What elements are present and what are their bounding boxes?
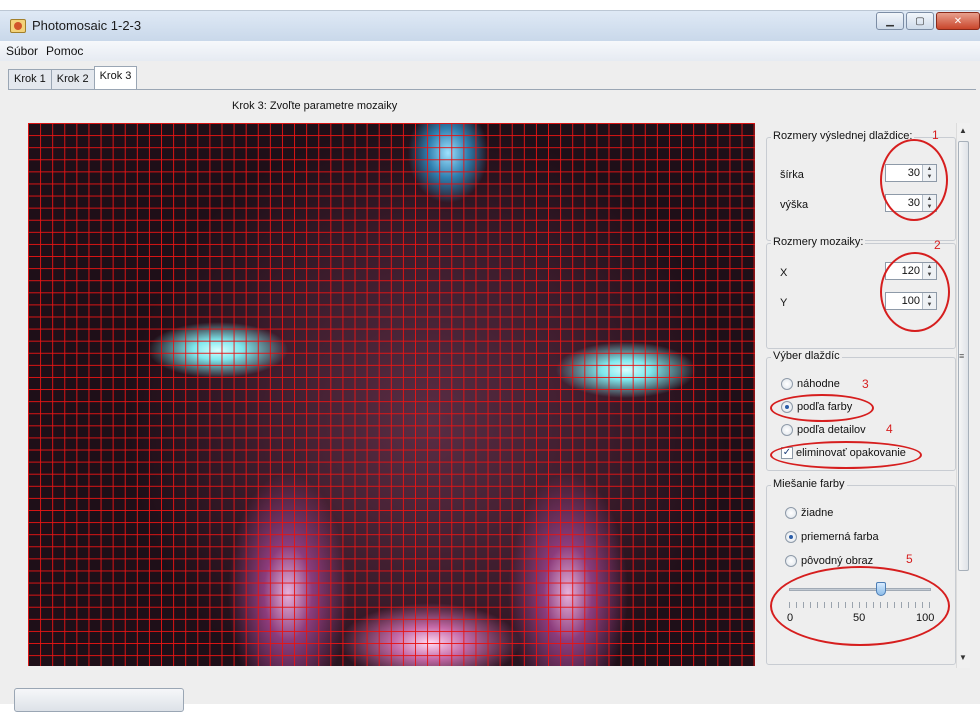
mosaic-preview-image xyxy=(28,123,755,666)
tile-height-label: výška xyxy=(780,199,809,211)
tab-step-3[interactable]: Krok 3 xyxy=(93,66,138,89)
mosaic-size-title: Rozmery mozaiky: xyxy=(771,236,866,248)
mosaic-x-label: X xyxy=(780,267,788,279)
annotation-number-4: 4 xyxy=(886,422,893,436)
radio-button-icon xyxy=(785,531,797,543)
radio-by-detail-label: podľa detailov xyxy=(797,424,866,436)
close-button[interactable]: ✕ xyxy=(936,12,980,30)
radio-none-label: žiadne xyxy=(801,507,834,519)
tab-step-1[interactable]: Krok 1 xyxy=(8,69,52,89)
annotation-number-3: 3 xyxy=(862,377,869,391)
mosaic-y-label: Y xyxy=(780,297,788,309)
radio-button-icon xyxy=(785,507,797,519)
radio-by-detail[interactable]: podľa detailov xyxy=(781,424,866,436)
scroll-up-arrow-icon[interactable]: ▲ xyxy=(959,126,967,135)
annotation-ellipse-4 xyxy=(770,441,922,469)
color-mix-title: Miešanie farby xyxy=(771,478,847,490)
radio-random-label: náhodne xyxy=(797,378,840,390)
tab-step-2[interactable]: Krok 2 xyxy=(50,69,95,89)
tile-width-label: šírka xyxy=(780,169,804,181)
annotation-ellipse-3 xyxy=(770,394,874,422)
menu-file[interactable]: Súbor xyxy=(6,44,38,58)
panel-scrollbar[interactable]: ▲ ≡ ▼ xyxy=(956,123,970,668)
maximize-button[interactable]: ▢ xyxy=(906,12,934,30)
radio-button-icon xyxy=(781,424,793,436)
scroll-grip-icon: ≡ xyxy=(959,351,965,361)
tile-selection-title: Výber dlaždíc xyxy=(771,350,842,362)
radio-average-color[interactable]: priemerná farba xyxy=(785,531,879,543)
annotation-ellipse-5 xyxy=(770,566,950,646)
radio-none[interactable]: žiadne xyxy=(785,507,833,519)
menu-bar: Súbor Pomoc xyxy=(0,41,980,61)
radio-button-icon xyxy=(785,555,797,567)
step-title: Krok 3: Zvoľte parametre mozaiky xyxy=(232,100,398,112)
tile-size-title: Rozmery výslednej dlaždice: xyxy=(771,130,915,142)
annotation-number-5: 5 xyxy=(906,552,913,566)
annotation-ellipse-2 xyxy=(880,252,950,332)
bottom-action-button[interactable] xyxy=(14,688,184,712)
radio-random[interactable]: náhodne xyxy=(781,378,840,390)
app-icon xyxy=(10,19,26,33)
tab-strip: Krok 1 Krok 2 Krok 3 xyxy=(8,66,138,89)
window-title: Photomosaic 1-2-3 xyxy=(32,18,142,33)
radio-button-icon xyxy=(781,378,793,390)
minimize-button[interactable]: ▁ xyxy=(876,12,904,30)
menu-help[interactable]: Pomoc xyxy=(46,44,83,58)
radio-average-color-label: priemerná farba xyxy=(801,531,879,543)
scroll-down-arrow-icon[interactable]: ▼ xyxy=(959,653,967,662)
title-bar: Photomosaic 1-2-3 ▁ ▢ ✕ xyxy=(0,11,980,41)
annotation-number-2: 2 xyxy=(934,238,941,252)
annotation-ellipse-1 xyxy=(880,139,948,221)
annotation-number-1: 1 xyxy=(932,128,939,142)
tile-grid-overlay xyxy=(28,123,755,666)
